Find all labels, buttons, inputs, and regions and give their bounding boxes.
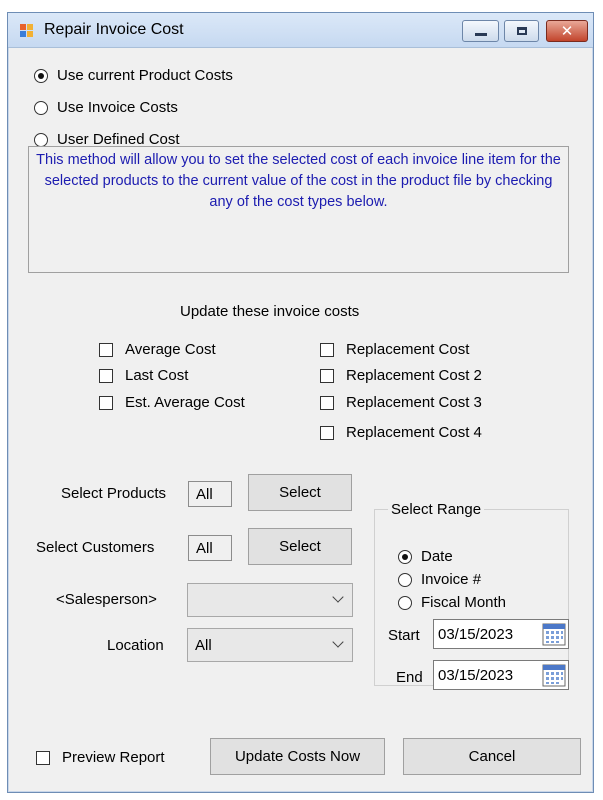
checkbox xyxy=(320,395,334,410)
check-replacement-cost-2[interactable]: Replacement Cost 2 xyxy=(320,367,482,384)
end-date-label: End xyxy=(396,669,423,686)
location-value: All xyxy=(195,637,212,654)
checkbox xyxy=(320,425,334,440)
radio-label: Fiscal Month xyxy=(421,594,507,611)
checkbox xyxy=(99,395,113,410)
radio-circle xyxy=(398,549,412,564)
calendar-icon[interactable] xyxy=(542,663,566,687)
title-bar[interactable]: Repair Invoice Cost ✕ xyxy=(8,13,593,48)
check-replacement-cost-4[interactable]: Replacement Cost 4 xyxy=(320,424,482,441)
end-date-picker[interactable]: 03/15/2023 xyxy=(433,660,569,690)
calendar-icon[interactable] xyxy=(542,622,566,646)
check-average-cost[interactable]: Average Cost xyxy=(99,341,216,358)
radio-range-fiscal-month[interactable]: Fiscal Month xyxy=(398,594,506,611)
radio-circle xyxy=(34,132,48,147)
radio-use-current-product-costs[interactable]: Use current Product Costs xyxy=(34,67,233,84)
update-costs-heading: Update these invoice costs xyxy=(180,303,360,320)
check-last-cost[interactable]: Last Cost xyxy=(99,367,188,384)
products-value-field: All xyxy=(188,481,232,507)
cancel-button[interactable]: Cancel xyxy=(403,738,581,775)
radio-label: Use Invoice Costs xyxy=(57,99,178,116)
maximize-button[interactable] xyxy=(504,20,539,42)
method-description: This method will allow you to set the se… xyxy=(28,146,569,273)
chevron-down-icon xyxy=(332,636,344,648)
select-products-button[interactable]: Select xyxy=(248,474,352,511)
select-range-title: Select Range xyxy=(388,501,485,518)
radio-range-date[interactable]: Date xyxy=(398,548,453,565)
checkbox-label: Replacement Cost 4 xyxy=(346,424,482,441)
start-date-picker[interactable]: 03/15/2023 xyxy=(433,619,569,649)
customers-value-field: All xyxy=(188,535,232,561)
radio-label: Invoice # xyxy=(421,571,482,588)
check-replacement-cost-3[interactable]: Replacement Cost 3 xyxy=(320,394,482,411)
close-icon: ✕ xyxy=(560,22,574,40)
end-date-value: 03/15/2023 xyxy=(438,667,514,684)
radio-label: Use current Product Costs xyxy=(57,67,233,84)
location-label: Location xyxy=(107,637,164,654)
checkbox xyxy=(320,368,334,383)
salesperson-label: <Salesperson> xyxy=(56,591,157,608)
radio-circle xyxy=(398,572,412,587)
checkbox-label: Average Cost xyxy=(125,341,216,358)
app-icon xyxy=(20,24,34,38)
checkbox-label: Est. Average Cost xyxy=(125,394,245,411)
checkbox-label: Replacement Cost 2 xyxy=(346,367,482,384)
minimize-icon xyxy=(463,21,498,41)
checkbox-label: Last Cost xyxy=(125,367,189,384)
checkbox xyxy=(320,342,334,357)
location-dropdown[interactable]: All xyxy=(187,628,353,662)
check-replacement-cost[interactable]: Replacement Cost xyxy=(320,341,469,358)
check-preview-report[interactable]: Preview Report xyxy=(36,749,165,766)
checkbox xyxy=(99,368,113,383)
radio-circle xyxy=(398,595,412,610)
checkbox xyxy=(36,750,50,765)
radio-circle xyxy=(34,68,48,83)
start-date-label: Start xyxy=(388,627,420,644)
checkbox xyxy=(99,342,113,357)
select-products-label: Select Products xyxy=(61,485,167,502)
start-date-value: 03/15/2023 xyxy=(438,626,514,643)
window-title: Repair Invoice Cost xyxy=(44,21,184,38)
radio-use-invoice-costs[interactable]: Use Invoice Costs xyxy=(34,99,178,116)
salesperson-dropdown[interactable] xyxy=(187,583,353,617)
maximize-icon xyxy=(505,21,538,41)
close-button[interactable]: ✕ xyxy=(546,20,588,42)
checkbox-label: Replacement Cost 3 xyxy=(346,394,482,411)
radio-circle xyxy=(34,100,48,115)
chevron-down-icon xyxy=(332,591,344,603)
checkbox-label: Preview Report xyxy=(62,749,165,766)
minimize-button[interactable] xyxy=(462,20,499,42)
select-customers-button[interactable]: Select xyxy=(248,528,352,565)
radio-label: Date xyxy=(421,548,453,565)
update-costs-now-button[interactable]: Update Costs Now xyxy=(210,738,385,775)
check-est-average-cost[interactable]: Est. Average Cost xyxy=(99,394,245,411)
radio-range-invoice[interactable]: Invoice # xyxy=(398,571,481,588)
checkbox-label: Replacement Cost xyxy=(346,341,470,358)
select-customers-label: Select Customers xyxy=(36,539,155,556)
